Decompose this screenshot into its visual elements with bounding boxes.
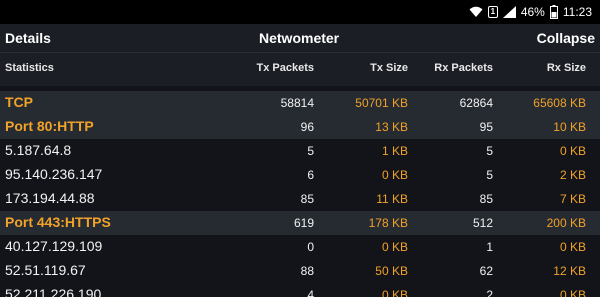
column-header-rx-packets[interactable]: Rx Packets [434, 62, 493, 74]
rx-packets-cell: 62864 [459, 96, 493, 110]
column-header-tx-size[interactable]: Tx Size [370, 62, 408, 74]
tx-packets-cell: 4 [307, 288, 314, 297]
tx-size-cell: 13 KB [375, 120, 408, 134]
tx-packets-cell: 5 [307, 144, 314, 158]
tx-size-cell: 11 KB [376, 192, 408, 206]
row-name: 52.211.226.190 [5, 286, 102, 297]
rx-size-cell: 7 KB [559, 192, 586, 206]
rx-packets-cell: 95 [479, 120, 493, 134]
app-title: Netwometer [259, 30, 340, 46]
table-row[interactable]: 52.211.226.190 4 0 KB 2 0 KB [0, 283, 600, 297]
battery-icon [549, 5, 558, 19]
rx-packets-cell: 5 [486, 168, 493, 182]
rx-size-cell: 10 KB [553, 120, 586, 134]
table-row[interactable]: 40.127.129.109 0 0 KB 1 0 KB [0, 235, 600, 259]
tx-size-cell: 0 KB [381, 240, 408, 254]
table-header: Statistics Tx Packets Tx Size Rx Packets… [0, 52, 600, 86]
row-name: Port 443:HTTPS [5, 214, 111, 230]
row-name: 40.127.129.109 [5, 238, 103, 254]
tx-packets-cell: 0 [307, 240, 314, 254]
battery-percentage: 46% [520, 5, 545, 19]
row-name: Port 80:HTTP [5, 118, 94, 134]
details-button[interactable]: Details [5, 30, 51, 46]
tx-packets-cell: 85 [300, 192, 314, 206]
tx-size-cell: 1 KB [381, 144, 408, 158]
tx-packets-cell: 96 [300, 120, 314, 134]
rx-size-cell: 12 KB [553, 264, 586, 278]
rx-size-cell: 0 KB [559, 144, 586, 158]
tx-packets-cell: 619 [293, 216, 314, 230]
rx-packets-cell: 512 [472, 216, 493, 230]
rx-size-cell: 200 KB [546, 216, 586, 230]
clock: 11:23 [562, 5, 592, 19]
tx-size-cell: 178 KB [368, 216, 408, 230]
table-row[interactable]: TCP 58814 50701 KB 62864 65608 KB [0, 91, 600, 115]
rx-size-cell: 2 KB [559, 168, 586, 182]
table-row[interactable]: 5.187.64.8 5 1 KB 5 0 KB [0, 139, 600, 163]
tx-size-cell: 0 KB [381, 288, 408, 297]
row-name: 52.51.119.67 [5, 262, 86, 278]
row-name: 173.194.44.88 [5, 190, 95, 206]
column-header-rx-size[interactable]: Rx Size [547, 62, 586, 74]
rx-packets-cell: 85 [479, 192, 493, 206]
column-header-statistics[interactable]: Statistics [5, 62, 54, 74]
sim-icon: 1 [487, 6, 498, 18]
rx-size-cell: 0 KB [559, 288, 586, 297]
row-name: TCP [5, 94, 33, 110]
tx-packets-cell: 6 [307, 168, 314, 182]
status-icons: 1 46% 11:23 [469, 0, 592, 24]
rx-packets-cell: 5 [486, 144, 493, 158]
wifi-icon [469, 6, 483, 17]
table-row[interactable]: 95.140.236.147 6 0 KB 5 2 KB [0, 163, 600, 187]
collapse-button[interactable]: Collapse [537, 30, 595, 46]
signal-icon [502, 6, 516, 18]
column-header-tx-packets[interactable]: Tx Packets [257, 62, 314, 74]
table-row[interactable]: Port 80:HTTP 96 13 KB 95 10 KB [0, 115, 600, 139]
rx-packets-cell: 62 [479, 264, 493, 278]
tx-packets-cell: 88 [300, 264, 314, 278]
tx-size-cell: 50701 KB [355, 96, 408, 110]
rx-size-cell: 65608 KB [533, 96, 586, 110]
app-header: Details Netwometer Collapse [0, 24, 600, 52]
rx-packets-cell: 1 [486, 240, 493, 254]
rx-size-cell: 0 KB [559, 240, 586, 254]
stats-table: TCP 58814 50701 KB 62864 65608 KB Port 8… [0, 91, 600, 297]
tx-packets-cell: 58814 [280, 96, 314, 110]
tx-size-cell: 0 KB [381, 168, 408, 182]
rx-packets-cell: 2 [486, 288, 493, 297]
tx-size-cell: 50 KB [375, 264, 408, 278]
table-row[interactable]: 52.51.119.67 88 50 KB 62 12 KB [0, 259, 600, 283]
status-bar: 1 46% 11:23 [0, 0, 600, 24]
table-row[interactable]: 173.194.44.88 85 11 KB 85 7 KB [0, 187, 600, 211]
row-name: 5.187.64.8 [5, 142, 72, 158]
table-row[interactable]: Port 443:HTTPS 619 178 KB 512 200 KB [0, 211, 600, 235]
row-name: 95.140.236.147 [5, 166, 103, 182]
